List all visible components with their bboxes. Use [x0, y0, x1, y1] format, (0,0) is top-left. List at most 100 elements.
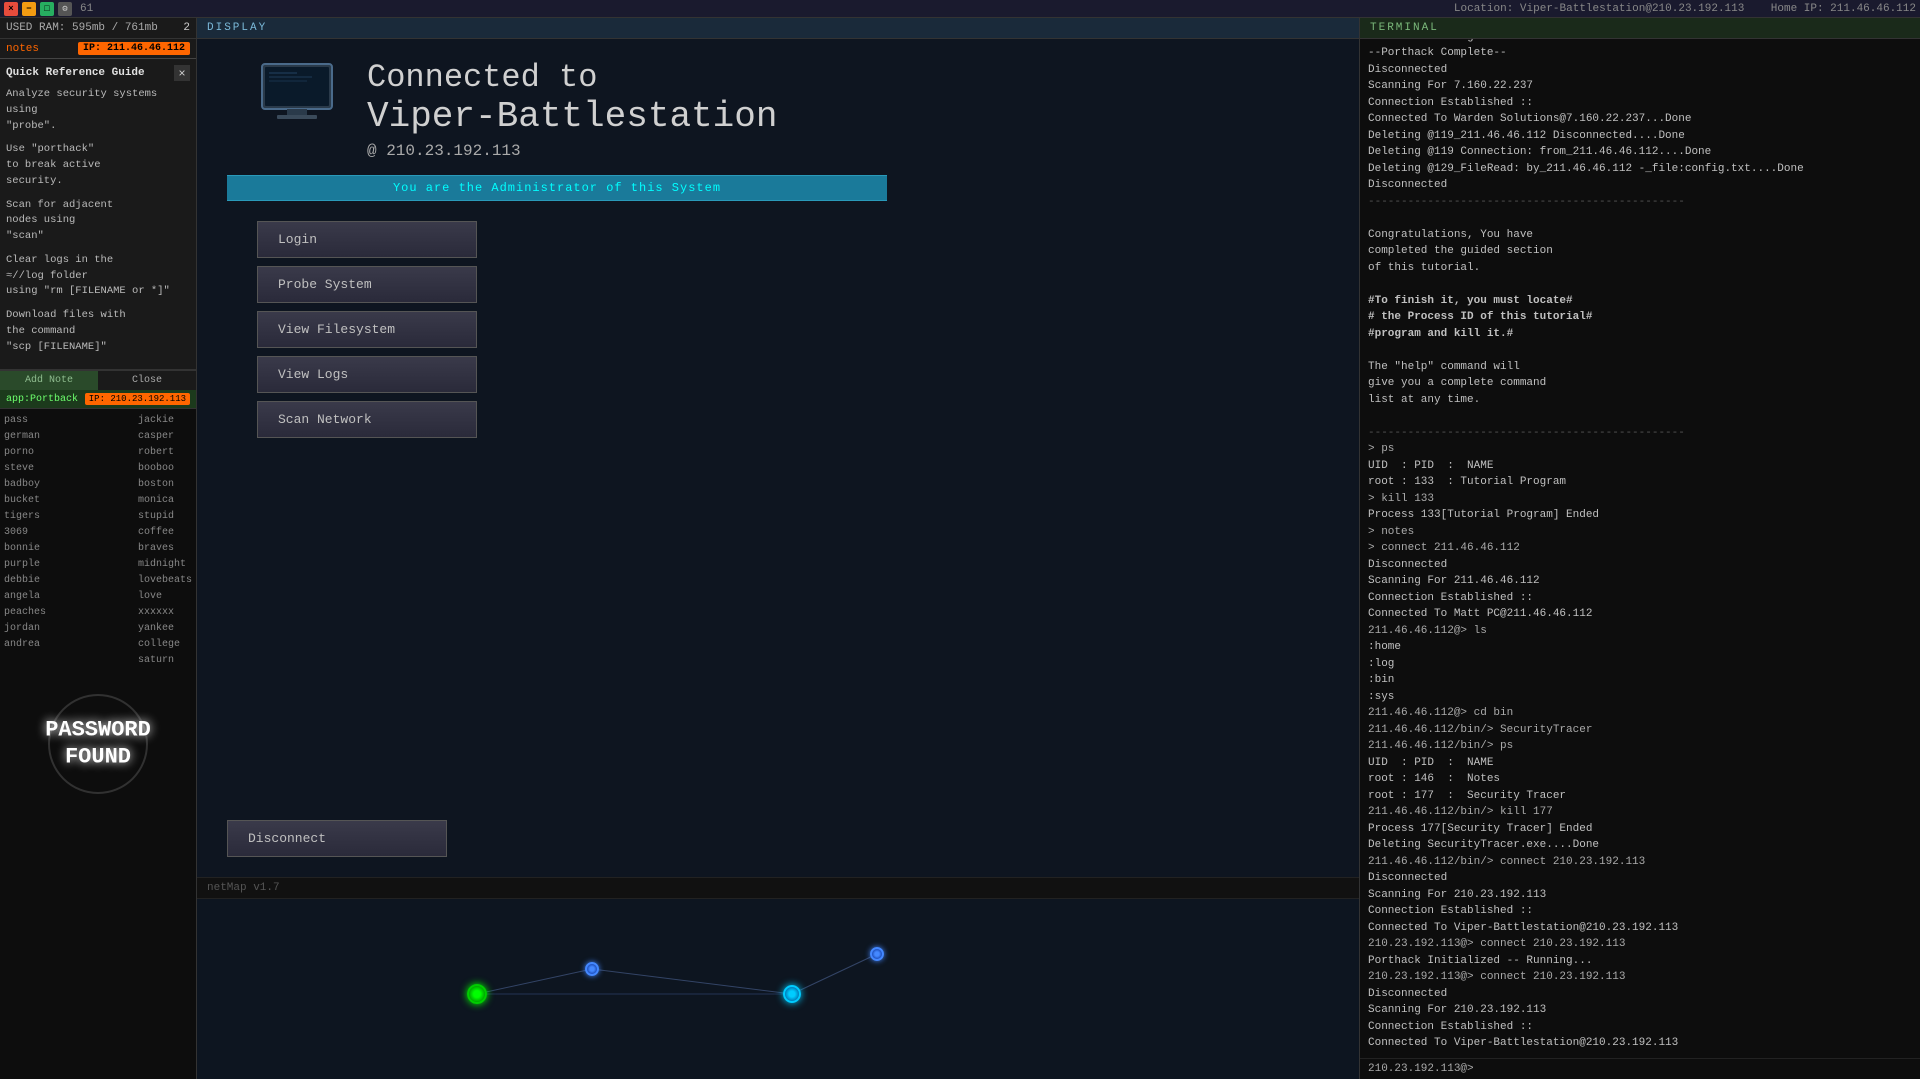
pwd-lovebeats: lovebeats	[138, 573, 192, 589]
term-line: Deleting @129_FileRead: by_211.46.46.112…	[1368, 161, 1912, 178]
password-list-right: jackie casper robert booboo boston monic…	[138, 413, 192, 669]
pwd-purple: purple	[4, 557, 46, 573]
pwd-angela: angela	[4, 589, 46, 605]
term-line: :home	[1368, 639, 1912, 656]
notes-bar: notes IP: 211.46.46.112	[0, 39, 196, 59]
term-line: Disconnected	[1368, 62, 1912, 79]
pwd-jackie: jackie	[138, 413, 192, 429]
probe-system-button[interactable]: Probe System	[257, 266, 477, 303]
terminal-content[interactable]: Note: the wildcard "*" indicates 'All'. …	[1360, 39, 1920, 1058]
pwd-coffee: coffee	[138, 525, 192, 541]
net-node-blue[interactable]	[585, 962, 599, 976]
add-note-button[interactable]: Add Note	[0, 371, 98, 390]
login-button[interactable]: Login	[257, 221, 477, 258]
scan-network-button[interactable]: Scan Network	[257, 401, 477, 438]
pwd-robert: robert	[138, 445, 192, 461]
connected-section: Connected to Viper-Battlestation @ 210.2…	[227, 59, 1329, 160]
close-button[interactable]: Close	[98, 371, 196, 390]
term-line: of this tutorial.	[1368, 260, 1912, 277]
netmap-svg	[197, 899, 1359, 1079]
quick-ref-close-button[interactable]: ×	[174, 65, 190, 81]
terminal-input[interactable]	[1478, 1063, 1912, 1075]
term-line: Congratulations, You have	[1368, 227, 1912, 244]
minimize-icon[interactable]: −	[22, 2, 36, 16]
term-line: completed the guided section	[1368, 243, 1912, 260]
term-line: ----------------------------------------…	[1368, 425, 1912, 442]
term-line: > kill 133	[1368, 491, 1912, 508]
titlebar-icons: × − □ ⚙	[4, 2, 72, 16]
term-line: Scanning For 211.46.46.112	[1368, 573, 1912, 590]
pwd-midnight: midnight	[138, 557, 192, 573]
term-line: Connection Established ::	[1368, 590, 1912, 607]
connected-text: Connected to Viper-Battlestation @ 210.2…	[367, 59, 1329, 160]
netmap-bar: netMap v1.7	[197, 877, 1359, 899]
term-line: Deleting SecurityTracer.exe....Done	[1368, 837, 1912, 854]
connected-to-label: Connected to	[367, 59, 1329, 96]
pwd-braves: braves	[138, 541, 192, 557]
pwd-tigers: tigers	[4, 509, 46, 525]
titlebar-location: Location: Viper-Battlestation@210.23.192…	[1454, 3, 1916, 15]
term-line: > ps	[1368, 441, 1912, 458]
term-line: Disconnected	[1368, 986, 1912, 1003]
term-line: Scanning For 210.23.192.113	[1368, 1002, 1912, 1019]
titlebar-counter: 61	[80, 3, 93, 15]
term-line: #program and kill it.#	[1368, 326, 1912, 343]
term-line: > connect 211.46.46.112	[1368, 540, 1912, 557]
maximize-icon[interactable]: □	[40, 2, 54, 16]
quick-ref-line-1: Analyze security systems using"probe".	[6, 87, 190, 134]
ram-bar: USED RAM: 595mb / 761mb 2	[0, 18, 196, 39]
pwd-badboy: badboy	[4, 477, 46, 493]
term-line: 211.46.46.112@> ls	[1368, 623, 1912, 640]
display-header: DISPLAY	[197, 18, 1359, 39]
password-found-overlay: PASSWORD FOUND	[45, 718, 151, 771]
term-line: 211.46.46.112/bin/> ps	[1368, 738, 1912, 755]
server-ip: @ 210.23.192.113	[367, 142, 1329, 160]
term-line: Connected To Viper-Battlestation@210.23.…	[1368, 1035, 1912, 1052]
pwd-stupid: stupid	[138, 509, 192, 525]
terminal-prompt-label: 210.23.192.113@>	[1368, 1063, 1474, 1075]
term-line: Deleting @119_211.46.46.112 Disconnected…	[1368, 128, 1912, 145]
pwd-debbie: debbie	[4, 573, 46, 589]
term-line: Process 133[Tutorial Program] Ended	[1368, 507, 1912, 524]
quick-ref-title: Quick Reference Guide	[6, 67, 145, 79]
close-icon[interactable]: ×	[4, 2, 18, 16]
term-line: Connection Established ::	[1368, 95, 1912, 112]
pwd-pass: pass	[4, 413, 46, 429]
disconnect-section: Disconnect	[197, 800, 1359, 877]
ram-label: USED RAM: 595mb / 761mb	[6, 22, 158, 34]
net-node-blue-2[interactable]	[870, 947, 884, 961]
term-line: Scanning For 7.160.22.237	[1368, 78, 1912, 95]
term-line: ----------------------------------------…	[1368, 194, 1912, 211]
pwd-college: college	[138, 637, 192, 653]
pwd-saturn: saturn	[138, 653, 192, 669]
pwd-casper: casper	[138, 429, 192, 445]
pwd-bonnie: bonnie	[4, 541, 46, 557]
pwd-yankee: yankee	[138, 621, 192, 637]
quick-reference-panel: Quick Reference Guide × Analyze security…	[0, 59, 196, 370]
term-line: UID : PID : NAME	[1368, 458, 1912, 475]
view-logs-button[interactable]: View Logs	[257, 356, 477, 393]
notes-label: notes	[6, 43, 39, 55]
term-line: Connection Established ::	[1368, 903, 1912, 920]
net-node-green[interactable]	[467, 984, 487, 1004]
term-line: :log	[1368, 656, 1912, 673]
pwd-german: german	[4, 429, 46, 445]
terminal-header: TERMINAL	[1360, 18, 1920, 39]
pwd-bucket: bucket	[4, 493, 46, 509]
term-line: 210.23.192.113@> connect 210.23.192.113	[1368, 969, 1912, 986]
net-node-cyan-main[interactable]	[783, 985, 801, 1003]
quick-ref-line-2: Use "porthack"to break activesecurity.	[6, 142, 190, 189]
admin-bar: You are the Administrator of this System	[227, 175, 887, 201]
terminal-input-line: 210.23.192.113@>	[1360, 1058, 1920, 1079]
gear-icon[interactable]: ⚙	[58, 2, 72, 16]
term-line: #To finish it, you must locate#	[1368, 293, 1912, 310]
view-filesystem-button[interactable]: View Filesystem	[257, 311, 477, 348]
disconnect-button[interactable]: Disconnect	[227, 820, 447, 857]
app-portback-label: app:Portback	[6, 394, 78, 405]
pwd-xxxxxx: xxxxxx	[138, 605, 192, 621]
pwd-steve: steve	[4, 461, 46, 477]
term-line: 210.23.192.113@> connect 210.23.192.113	[1368, 936, 1912, 953]
password-list-left: pass german porno steve badboy bucket ti…	[4, 413, 46, 653]
term-line: Porthack Initialized -- Running...	[1368, 953, 1912, 970]
quick-ref-line-5: Download files withthe command"scp [FILE…	[6, 308, 190, 355]
